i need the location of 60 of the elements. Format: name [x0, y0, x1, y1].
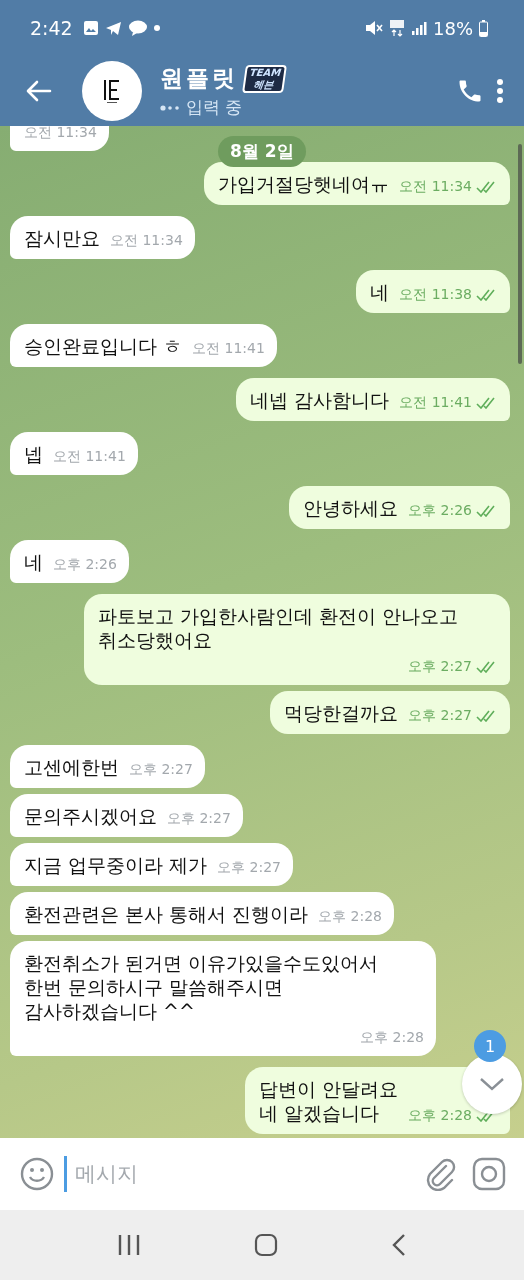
typing-dots-icon [160, 104, 180, 111]
message-time: 오전 11:41 [399, 394, 472, 412]
message-time: 오후 2:27 [408, 707, 472, 725]
message-text: 환전취소가 된거면 이유가있을수도있어서 한번 문의하시구 말씀해주시면 감사하겠습니다 ^^ [24, 951, 379, 1023]
camera-icon [472, 1157, 506, 1191]
chevron-down-icon [479, 1076, 505, 1092]
message-time: 오후 2:26 [53, 556, 117, 574]
avatar[interactable] [82, 61, 142, 121]
home-icon [254, 1233, 278, 1257]
message-text: 네 [370, 280, 390, 304]
date-chip: 8월 2일 [218, 136, 306, 167]
battery-icon [479, 19, 488, 37]
unread-badge: 1 [474, 1030, 506, 1062]
message-text: 가입거절당햇네여ㅠ [218, 172, 390, 196]
message-time: 오전 11:34 [110, 232, 183, 250]
battery-percentage: 18% [433, 17, 473, 39]
message-text: 먹당한걸까요 [284, 701, 399, 725]
message-time: 오전 11:34 [24, 126, 97, 142]
paper-plane-icon [104, 20, 122, 36]
message-time: 오전 11:34 [399, 178, 472, 196]
signal-icon [411, 20, 427, 36]
chat-title: 원플릿 [160, 64, 238, 93]
message-text: 파토보고 가입한사람인데 환전이 안나오고 취소당했어요 [98, 604, 459, 652]
mute-icon [365, 20, 383, 36]
message-input[interactable]: 메시지 [64, 1156, 414, 1192]
back-icon [391, 1233, 408, 1257]
message-text: 넵 [24, 442, 43, 466]
message-time: 오후 2:27 [129, 761, 193, 779]
message-text: 네 [24, 550, 43, 574]
lte-icon [389, 19, 405, 37]
message-text: 네넵 감사함니다 [250, 388, 390, 412]
message-time: 오전 11:41 [53, 448, 126, 466]
message-time: 오후 2:26 [408, 502, 472, 520]
typing-status: 입력 중 [186, 96, 243, 119]
message-text: 지금 업무중이라 제가 [24, 853, 208, 877]
message-text: 승인완료입니다 ㅎ [24, 334, 183, 358]
recent-apps-icon [116, 1234, 141, 1256]
smiley-icon [20, 1157, 54, 1191]
message-time: 오전 11:41 [192, 340, 265, 358]
more-icon [496, 78, 504, 104]
message-text: 잠시만요 [24, 226, 100, 250]
team-badge: TEAM 헤븐 [242, 64, 288, 93]
status-time: 2:42 [30, 17, 73, 39]
message-time: 오후 2:27 [408, 658, 472, 676]
message-time: 오후 2:28 [318, 908, 382, 926]
message-time: 오후 2:28 [360, 1029, 424, 1047]
message-time: 오후 2:27 [167, 810, 231, 828]
gallery-icon [82, 20, 99, 36]
message-text: 안녕하세요 [303, 496, 399, 520]
message-time: 오후 2:28 [408, 1107, 472, 1125]
chat-bubble-icon [127, 20, 148, 36]
message-time: 오후 2:27 [217, 859, 281, 877]
message-text: 고센에한번 [24, 755, 119, 779]
message-time: 오전 11:38 [399, 286, 472, 304]
dot-icon [153, 25, 160, 31]
message-text: 환전관련은 본사 통해서 진행이라 [24, 902, 309, 926]
paperclip-icon [424, 1157, 456, 1191]
message-text: 답변이 안달려요 네 알겠습니다 [259, 1077, 399, 1125]
message-text: 문의주시겠어요 [24, 804, 157, 828]
back-arrow-icon [26, 80, 52, 102]
